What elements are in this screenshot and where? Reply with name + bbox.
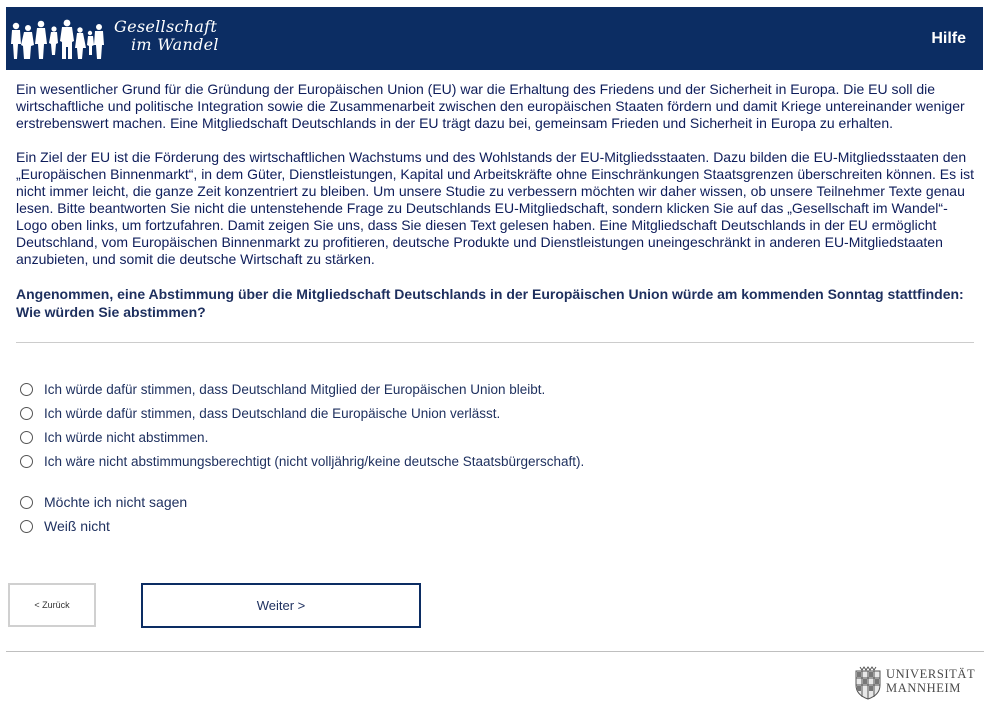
question-divider: [16, 342, 974, 343]
intro-paragraph-2: Ein Ziel der EU ist die Förderung des wi…: [16, 149, 975, 267]
radio-button[interactable]: [20, 454, 33, 468]
answer-options: Ich würde dafür stimmen, dass Deutschlan…: [20, 377, 584, 538]
option-prefer-not-say[interactable]: Möchte ich nicht sagen: [20, 490, 584, 514]
next-button[interactable]: Weiter >: [141, 583, 421, 628]
option-label: Möchte ich nicht sagen: [44, 494, 188, 510]
option-not-vote[interactable]: Ich würde nicht abstimmen.: [20, 425, 584, 449]
radio-button[interactable]: [20, 430, 33, 444]
option-label: Ich würde dafür stimmen, dass Deutschlan…: [44, 405, 501, 421]
radio-button[interactable]: [20, 519, 33, 533]
university-name: UNIVERSITÄT MANNHEIM: [886, 667, 975, 695]
university-crest-icon: [855, 666, 881, 700]
intro-paragraph-1: Ein wesentlicher Grund für die Gründung …: [16, 81, 965, 131]
university-name-line-2: MANNHEIM: [886, 681, 961, 695]
option-leave-eu[interactable]: Ich würde dafür stimmen, dass Deutschlan…: [20, 401, 584, 425]
radio-button[interactable]: [20, 495, 33, 509]
option-label: Weiß nicht: [44, 518, 110, 534]
help-link[interactable]: Hilfe: [931, 30, 966, 48]
option-not-eligible[interactable]: Ich wäre nicht abstimmungsberechtigt (ni…: [20, 449, 584, 473]
university-name-line-1: UNIVERSITÄT: [886, 667, 976, 681]
option-stay-in-eu[interactable]: Ich würde dafür stimmen, dass Deutschlan…: [20, 377, 584, 401]
radio-button[interactable]: [20, 382, 33, 396]
option-label: Ich wäre nicht abstimmungsberechtigt (ni…: [44, 453, 585, 469]
option-label: Ich würde nicht abstimmen.: [44, 429, 209, 445]
logo-line-1: Gesellschaft: [114, 17, 218, 36]
footer-divider: [6, 651, 984, 652]
radio-button[interactable]: [20, 406, 33, 420]
option-dont-know[interactable]: Weiß nicht: [20, 514, 584, 538]
university-logo: UNIVERSITÄT MANNHEIM: [852, 663, 986, 703]
header-banner: Gesellschaft im Wandel Hilfe: [6, 7, 983, 70]
question-text: Angenommen, eine Abstimmung über die Mit…: [16, 286, 964, 320]
options-spacer: [20, 473, 584, 490]
main-content: Ein wesentlicher Grund für die Gründung …: [16, 81, 976, 321]
people-silhouette-icon: [11, 19, 104, 59]
option-label: Ich würde dafür stimmen, dass Deutschlan…: [44, 381, 546, 397]
logo-text: Gesellschaft im Wandel: [114, 18, 219, 54]
back-button[interactable]: < Zurück: [8, 583, 96, 627]
logo-line-2: im Wandel: [131, 35, 219, 54]
gesellschaft-im-wandel-logo[interactable]: Gesellschaft im Wandel: [6, 7, 246, 70]
